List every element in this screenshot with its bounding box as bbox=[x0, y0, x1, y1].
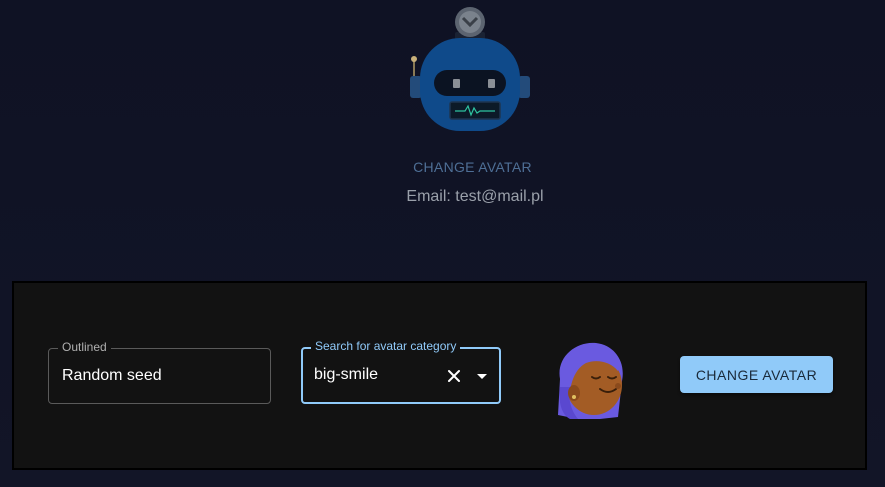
random-seed-field[interactable]: Outlined Random seed bbox=[48, 340, 271, 404]
avatar-category-autocomplete[interactable]: Search for avatar category big-smile bbox=[301, 339, 501, 404]
avatar-settings-panel: Outlined Random seed Search for avatar c… bbox=[12, 281, 867, 470]
change-avatar-link[interactable]: CHANGE AVATAR bbox=[0, 158, 885, 176]
change-avatar-button[interactable]: CHANGE AVATAR bbox=[680, 356, 833, 393]
page: CHANGE AVATAR Email: test@mail.pl Outlin… bbox=[0, 0, 885, 487]
arrow-drop-down-icon[interactable] bbox=[473, 367, 491, 385]
avatar-category-value[interactable]: big-smile bbox=[314, 366, 378, 384]
avatar-category-label: Search for avatar category bbox=[311, 339, 461, 353]
big-smile-avatar-icon bbox=[558, 342, 623, 419]
email-text: Email: test@mail.pl bbox=[406, 188, 544, 205]
random-seed-value[interactable]: Random seed bbox=[62, 367, 162, 385]
random-seed-label: Outlined bbox=[58, 340, 111, 354]
close-icon[interactable] bbox=[445, 367, 463, 385]
robot-avatar-icon bbox=[410, 7, 530, 131]
